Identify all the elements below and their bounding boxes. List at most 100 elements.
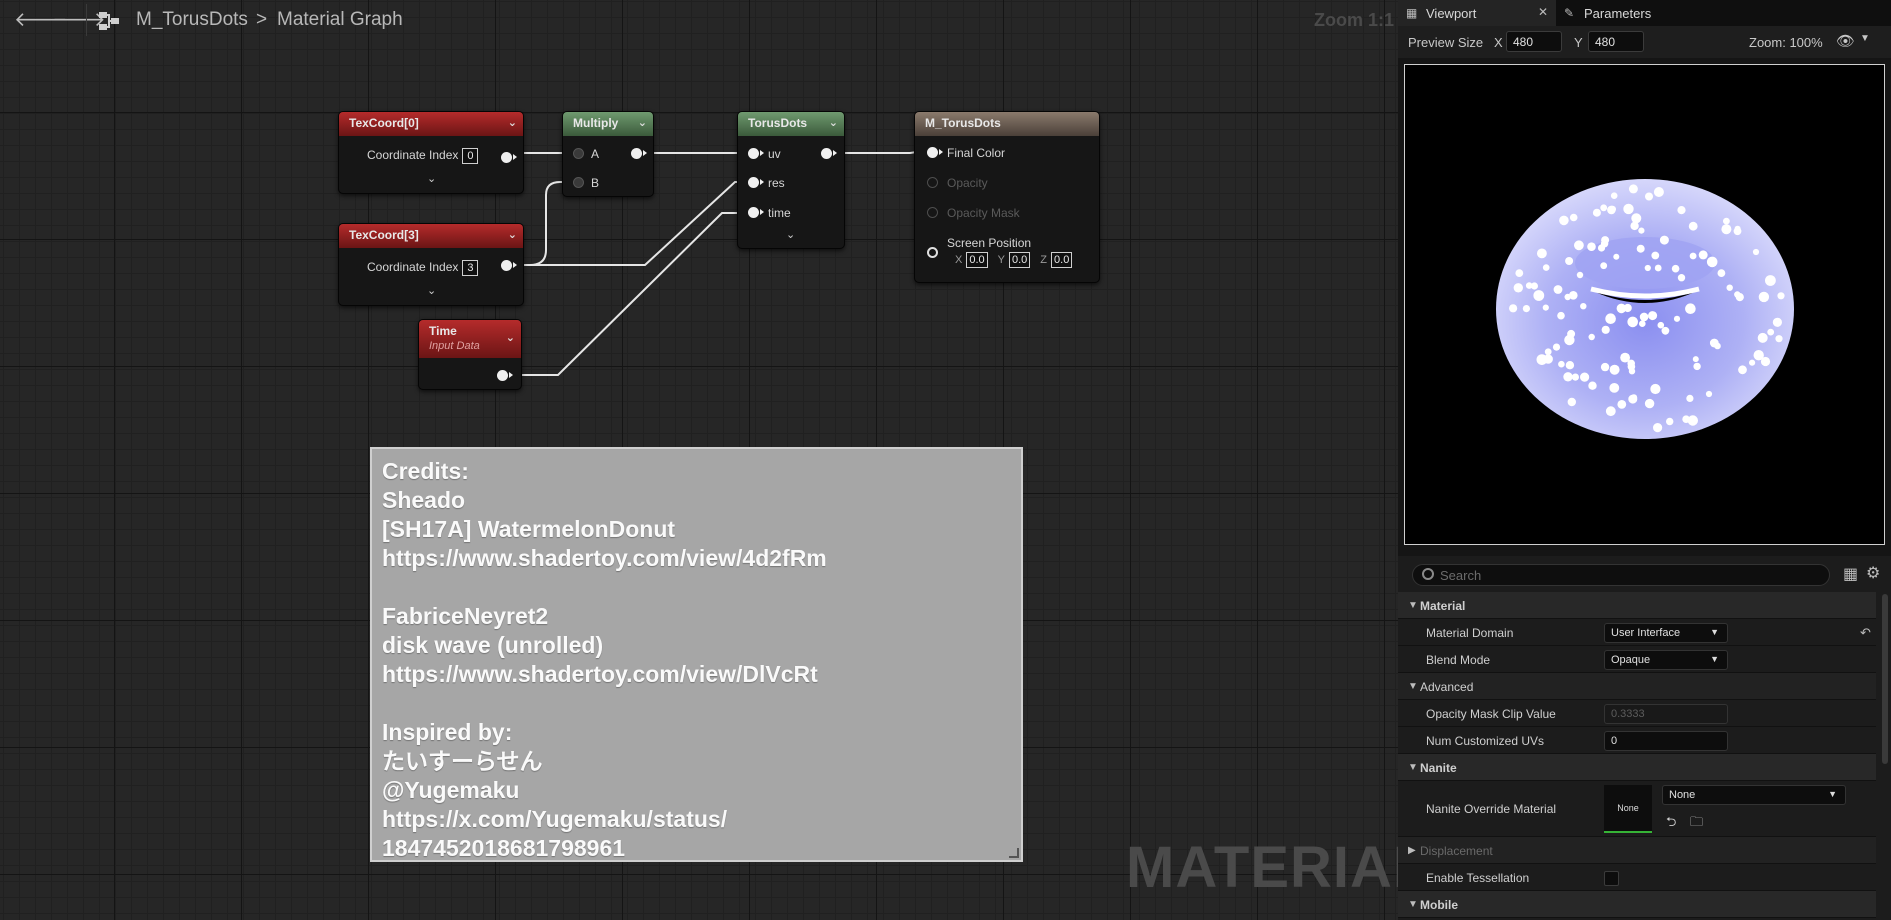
donut-dot — [1752, 248, 1760, 256]
preview-toolbar: Preview Size X 480 Y 480 Zoom: 100% 👁 ▼ — [1398, 26, 1891, 58]
preview-viewport[interactable] — [1404, 64, 1885, 545]
donut-dot — [1734, 291, 1741, 298]
donut-dot — [1687, 415, 1698, 426]
texcoord3-node[interactable]: TexCoord[3] ⌄ Coordinate Index 3 ⌄ — [338, 223, 524, 306]
tessellation-checkbox[interactable] — [1604, 871, 1619, 886]
donut-dot — [1650, 383, 1661, 395]
z-field[interactable]: 0.0 — [1051, 252, 1073, 268]
credits-comment-box[interactable]: Credits: Sheado [SH17A] WatermelonDonut … — [370, 447, 1023, 862]
expand-chevron-icon[interactable]: ⌄ — [786, 228, 795, 241]
chevron-down-icon[interactable]: ⌄ — [508, 116, 517, 129]
input-pin-time[interactable] — [748, 207, 764, 218]
reset-arrow-icon[interactable]: ↶ — [1860, 625, 1871, 641]
property-material-domain: Material Domain User Interface ▼ ↶ — [1398, 619, 1876, 646]
texcoord0-node[interactable]: TexCoord[0] ⌄ Coordinate Index 0 ⌄ — [338, 111, 524, 194]
nanite-override-dropdown[interactable]: None ▼ — [1662, 785, 1846, 805]
donut-dot — [1661, 326, 1670, 335]
category-label: Nanite — [1420, 761, 1457, 775]
torusdots-node[interactable]: TorusDots ⌄ uv res time ⌄ — [737, 111, 845, 249]
table-view-icon[interactable]: ▦ — [1843, 564, 1858, 584]
material-thumbnail[interactable]: None — [1604, 785, 1652, 833]
preview-y-input[interactable]: 480 — [1588, 31, 1644, 52]
opacity-clip-input[interactable]: 0.3333 — [1604, 704, 1728, 724]
screen-position-fields: X 0.0 Y 0.0 Z 0.0 — [955, 252, 1073, 268]
category-nanite[interactable]: ▼ Nanite — [1398, 754, 1876, 781]
donut-dot — [1721, 224, 1732, 235]
input-pin-uv[interactable] — [748, 148, 764, 159]
donut-dot — [1758, 291, 1770, 303]
comment-line: https://www.shadertoy.com/view/DlVcRt — [382, 661, 818, 687]
pencil-icon: ✎ — [1564, 6, 1575, 20]
multiply-node[interactable]: Multiply ⌄ A B — [562, 111, 654, 197]
chevron-down-icon[interactable]: ⌄ — [638, 116, 647, 129]
chevron-down-icon[interactable]: ⌄ — [506, 331, 515, 344]
input-pin-b[interactable] — [573, 177, 584, 188]
chevron-down-icon[interactable]: ⌄ — [508, 228, 517, 241]
donut-dot — [1726, 284, 1733, 291]
donut-dot — [1588, 333, 1595, 341]
blend-mode-dropdown[interactable]: Opaque ▼ — [1604, 650, 1728, 670]
output-pin[interactable] — [501, 260, 517, 271]
close-icon[interactable]: ✕ — [1538, 5, 1548, 19]
output-pin[interactable] — [501, 152, 517, 163]
coordinate-index-field[interactable]: 0 — [462, 148, 479, 164]
output-pin[interactable] — [821, 148, 837, 159]
gear-icon[interactable]: ⚙ — [1866, 563, 1880, 583]
resize-handle[interactable] — [1009, 848, 1019, 858]
donut-dot — [1777, 292, 1785, 300]
tab-parameters[interactable]: ✎ Parameters — [1556, 0, 1686, 26]
x-field[interactable]: 0.0 — [966, 252, 988, 268]
category-material[interactable]: ▼ Material — [1398, 592, 1876, 619]
donut-dot — [1513, 283, 1523, 293]
details-scrollbar[interactable] — [1882, 594, 1888, 764]
y-field[interactable]: 0.0 — [1008, 252, 1031, 268]
donut-dot — [1564, 293, 1571, 301]
expand-triangle-icon: ▼ — [1408, 681, 1418, 692]
chevron-down-icon[interactable]: ▼ — [1860, 33, 1870, 44]
opacity-mask-pin[interactable] — [927, 207, 938, 218]
donut-dot — [1620, 352, 1630, 363]
donut-dot — [1666, 417, 1674, 426]
coordinate-index-field[interactable]: 3 — [462, 260, 479, 276]
opacity-pin[interactable] — [927, 177, 938, 188]
expand-chevron-icon[interactable]: ⌄ — [427, 284, 436, 297]
donut-dot — [1613, 253, 1620, 260]
preview-x-input[interactable]: 480 — [1506, 31, 1562, 52]
output-pin[interactable] — [497, 370, 513, 381]
screen-position-pin[interactable] — [927, 247, 938, 258]
comment-line: たいすーらせん — [382, 748, 543, 774]
comment-line — [382, 573, 1011, 602]
donut-dot — [1542, 304, 1549, 311]
chevron-down-icon: ▼ — [1710, 627, 1719, 637]
tab-label: Viewport — [1426, 6, 1477, 21]
donut-dot — [1576, 271, 1584, 279]
num-uvs-input[interactable]: 0 — [1604, 731, 1728, 751]
donut-dot — [1686, 394, 1694, 402]
category-displacement[interactable]: ▶ Displacement — [1398, 837, 1876, 864]
category-mobile[interactable]: ▼ Mobile — [1398, 891, 1876, 918]
material-domain-dropdown[interactable]: User Interface ▼ — [1604, 623, 1728, 643]
input-pin-res[interactable] — [748, 177, 764, 188]
time-node[interactable]: Time Input Data ⌄ — [418, 319, 522, 390]
torus-dots-preview — [1496, 179, 1794, 439]
expand-triangle-icon: ▼ — [1408, 762, 1418, 773]
use-selected-arrow-icon[interactable]: ⮌ — [1666, 813, 1676, 835]
input-pin-a[interactable] — [573, 148, 584, 159]
material-graph-canvas[interactable]: 🡐 🡒 M_TorusDots > Material Graph Zoom 1:… — [0, 0, 1398, 920]
category-advanced[interactable]: ▼ Advanced — [1398, 673, 1876, 700]
browse-folder-icon[interactable]: 🗀 — [1690, 813, 1703, 835]
material-output-node[interactable]: M_TorusDots Final Color Opacity Opacity … — [914, 111, 1100, 283]
output-pin[interactable] — [631, 148, 647, 159]
donut-dot — [1565, 361, 1575, 370]
expand-chevron-icon[interactable]: ⌄ — [427, 172, 436, 185]
donut-dot — [1654, 264, 1662, 272]
chevron-down-icon[interactable]: ⌄ — [829, 116, 838, 129]
donut-dot — [1723, 217, 1730, 225]
search-input[interactable]: Search — [1412, 564, 1830, 586]
final-color-pin[interactable] — [927, 147, 943, 158]
category-label: Displacement — [1420, 844, 1493, 858]
donut-dot — [1552, 343, 1561, 351]
search-icon — [1422, 568, 1434, 580]
tab-viewport[interactable]: ▦ Viewport ✕ — [1398, 0, 1556, 26]
eye-icon[interactable]: 👁 — [1836, 32, 1855, 50]
